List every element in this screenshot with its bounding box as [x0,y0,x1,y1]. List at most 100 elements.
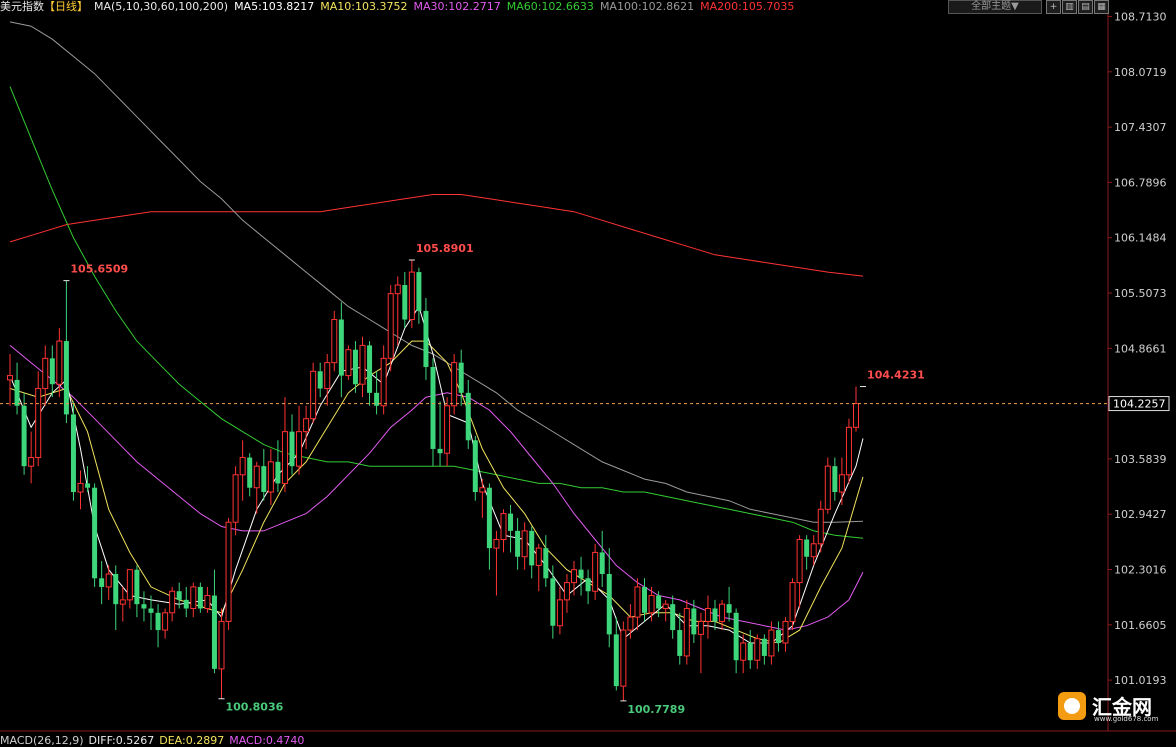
logo-mark-icon [1058,692,1086,720]
candle [92,483,98,587]
candle-body [479,487,486,493]
candle-body [338,319,344,376]
candle-body [367,345,373,393]
candle [535,543,542,592]
candle [634,578,641,631]
candle [338,302,344,398]
candle [515,517,521,570]
last-price-label: 104.2257 [1113,398,1166,411]
candle-body [726,604,732,613]
candle [7,354,13,406]
candle [578,556,584,596]
macd-value: MACD:0.4740 [229,734,305,747]
candle-body [169,590,176,614]
ma5-value: MA5:103.8217 [234,0,315,13]
price-chart[interactable]: 105.6509 105.8901 104.4231 100.8036 100.7789… [0,0,1176,747]
candle-body [35,388,42,459]
candle [239,440,246,501]
candle [402,272,408,329]
candle-body [592,551,599,592]
candle-body [56,340,63,385]
candle-body [204,595,211,609]
candle-body [176,591,182,600]
candle [310,362,317,424]
candle [571,561,577,596]
candle-body [105,573,112,588]
y-tick-label: 106.7896 [1114,176,1167,189]
candle-body [782,620,789,644]
candle-body [832,466,838,493]
candle-body [465,392,471,441]
candle-body [7,375,13,381]
candle [394,276,401,346]
theme-dropdown[interactable]: 全部主题▼ [948,0,1042,14]
logo-url: www.gold678.com [1094,715,1159,723]
candle-body [838,474,845,493]
candle [423,297,429,380]
candle [620,621,627,701]
candle-body [500,513,507,540]
candle [853,386,859,432]
extreme-price-label: 105.6509 [70,263,128,276]
candle-body [359,344,366,385]
candle [789,578,796,631]
candle [592,543,599,600]
ma60-line [9,86,864,539]
candle [754,634,761,669]
macd-dea: DEA:0.2897 [159,734,225,747]
candle-body [642,586,647,613]
candle-body [578,569,584,579]
candle-body [99,578,105,587]
candle [733,608,739,674]
candle [162,608,169,639]
candle-body [521,530,528,558]
candle-body [14,379,20,406]
candle-body [49,358,55,385]
y-tick-label: 108.0719 [1114,66,1167,79]
macd-header: MACD(26,12,9) DIFF:0.5267 DEA:0.2897 MACD:0… [0,734,309,747]
candle-body [543,548,549,579]
candle [437,401,443,467]
ma200-line [9,194,864,277]
candle-body [599,552,605,574]
candle [218,608,225,699]
y-tick-label: 102.3016 [1114,564,1167,577]
period-label[interactable]: 【日线】 [44,0,88,13]
candle [197,582,203,613]
panel-split-icon[interactable]: ▤ [1078,0,1093,14]
candle [190,582,197,618]
ma100-line [9,21,864,523]
candle-body [733,612,739,661]
candle-body [21,405,27,467]
plus-box-icon[interactable]: + [1046,0,1061,14]
candle-body [197,586,203,609]
candle-body [113,573,119,605]
candle [296,405,303,475]
y-tick-label: 107.4307 [1114,121,1167,134]
candle-body [148,608,154,613]
candle [479,479,486,518]
ma10-value: MA10:103.3752 [320,0,408,13]
candle-body [211,595,217,669]
candle-body [310,370,317,420]
candle-body [281,431,288,484]
candle-body [70,414,76,493]
candle-body [352,349,358,385]
candle-body [289,431,295,467]
ma100-value: MA100:102.8621 [599,0,695,13]
candle-body [535,547,542,566]
extreme-price-label: 100.7789 [627,703,685,716]
candle [148,595,154,631]
panel-grid-icon[interactable]: ▦ [1094,0,1109,14]
candle [451,354,458,415]
candle [374,371,380,415]
candle-body [704,607,711,622]
candle [500,509,507,553]
chart-header: 美元指数【日线】 MA(5,10,30,60,100,200) MA5:103.82… [0,0,800,14]
panel-layout-icon[interactable]: ▥ [1062,0,1077,14]
candle-body [247,457,253,488]
candle-body [775,630,781,643]
candle-body [634,586,641,618]
candle [183,586,189,618]
candle-body [571,569,577,584]
